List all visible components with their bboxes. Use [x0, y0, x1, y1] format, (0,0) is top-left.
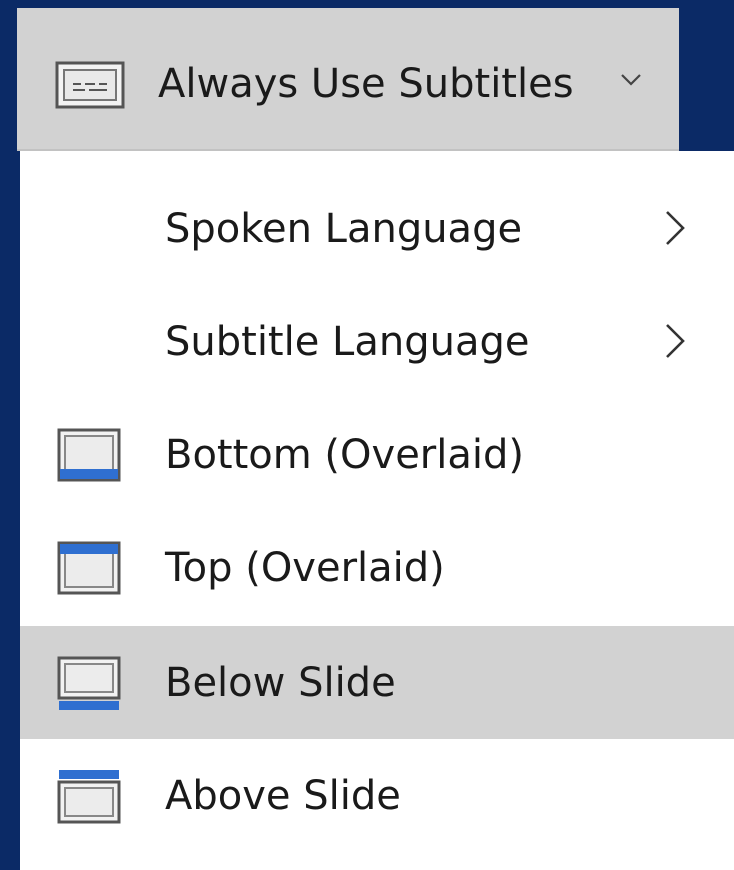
menu-item-label: Spoken Language: [165, 206, 523, 252]
chevron-right-icon: [666, 324, 685, 358]
subtitles-icon: [55, 61, 125, 109]
menu-item-below-slide[interactable]: Below Slide: [20, 626, 734, 739]
menu-item-spoken-language[interactable]: Spoken Language: [20, 172, 734, 285]
dropdown-label: Always Use Subtitles: [158, 61, 574, 107]
subtitle-top-overlaid-icon: [57, 541, 121, 595]
chevron-right-icon: [666, 211, 685, 245]
subtitle-above-slide-icon: [57, 770, 121, 824]
menu-item-above-slide[interactable]: Above Slide: [20, 739, 734, 852]
subtitle-below-slide-icon: [57, 656, 121, 710]
always-use-subtitles-dropdown[interactable]: Always Use Subtitles: [17, 8, 679, 151]
subtitle-bottom-overlaid-icon: [57, 428, 121, 482]
menu-item-label: Subtitle Language: [165, 319, 530, 365]
menu-item-label: Bottom (Overlaid): [165, 432, 524, 478]
menu-item-label: Above Slide: [165, 773, 401, 819]
menu-item-bottom-overlaid[interactable]: Bottom (Overlaid): [20, 398, 734, 511]
presentation-window: Always Use Subtitles Spoken Language Sub…: [0, 0, 734, 870]
menu-item-label: Top (Overlaid): [165, 545, 445, 591]
menu-item-subtitle-language[interactable]: Subtitle Language: [20, 285, 734, 398]
subtitle-options-menu: Spoken Language Subtitle Language Bottom…: [20, 151, 734, 870]
menu-item-top-overlaid[interactable]: Top (Overlaid): [20, 511, 734, 624]
chevron-down-icon: [621, 74, 641, 86]
menu-item-label: Below Slide: [165, 660, 396, 706]
